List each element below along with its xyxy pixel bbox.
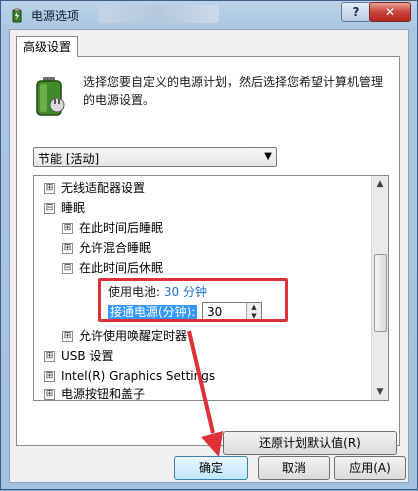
red-arrow-annotation [187, 330, 223, 457]
tab-advanced-settings[interactable]: 高级设置 [16, 36, 79, 57]
power-options-window: 电源选项 ? ✕ 高级设置 选择您要自定义的电源计划，然后选择您希望计算机管理的… [0, 0, 418, 490]
